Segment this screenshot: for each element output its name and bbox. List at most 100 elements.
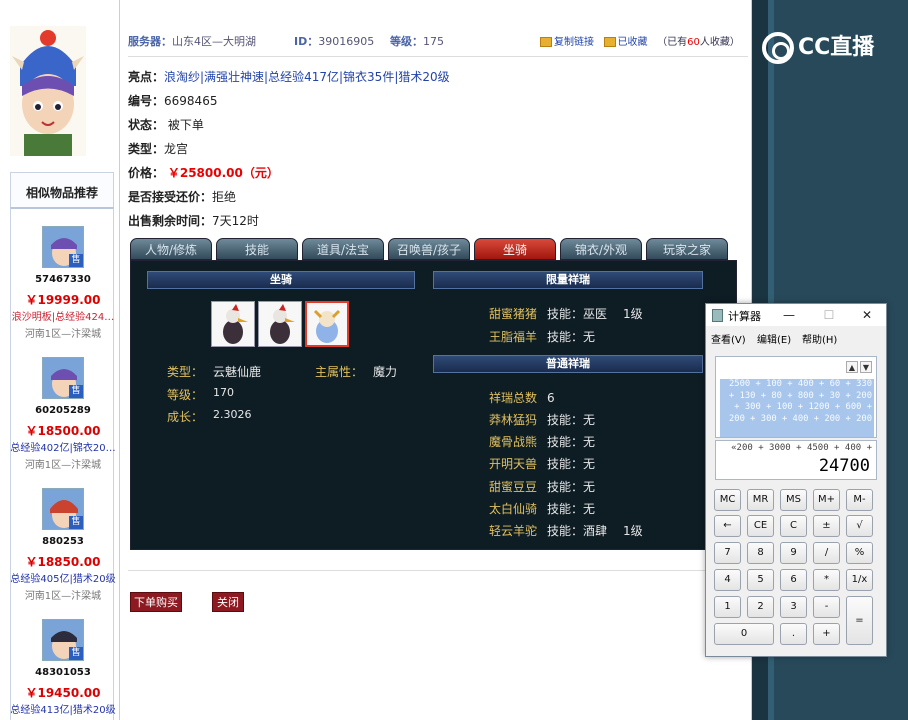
list-item[interactable]: 售 880253 ￥18850.00 总经验405亿|猎术20级 河南1区—汴梁… — [10, 471, 116, 602]
divider — [128, 56, 748, 57]
similar-price: ￥19999.00 — [25, 293, 101, 307]
time-value: 7天12时 — [212, 214, 259, 228]
key-4[interactable]: 4 — [714, 569, 741, 591]
normal-header: 普通祥瑞 — [433, 355, 703, 373]
key-ce[interactable]: CE — [747, 515, 774, 537]
info-bar: 服务器：山东4区—大明湖 ID：39016905 等级：175 复制链接 已收藏… — [128, 30, 748, 52]
type-value: 龙宫 — [164, 142, 189, 156]
similar-avatar[interactable]: 售 — [42, 357, 84, 399]
highlights-value: 浪淘纱|满强壮神速|总经验417亿|锦衣35件|猎术20级 — [164, 70, 450, 84]
mount-slot[interactable] — [258, 301, 302, 347]
limited-skill-label: 技能： — [547, 330, 584, 344]
similar-avatar[interactable]: 售 — [42, 488, 84, 530]
key-3[interactable]: 3 — [780, 596, 807, 618]
serial-row: 编号：6698465 — [128, 92, 217, 109]
key-equals[interactable]: = — [846, 596, 873, 645]
key-backspace[interactable]: ← — [714, 515, 741, 537]
tab-items[interactable]: 道具/法宝 — [302, 238, 384, 260]
scroll-up-icon[interactable]: ▲ — [846, 361, 858, 373]
mount-panel: 坐骑 限量祥瑞 类型： 云魅仙鹿 主属性： 魔力 等级： 170 成长： 2.3… — [130, 260, 737, 550]
sale-badge: 售 — [69, 254, 83, 267]
key-plus-minus[interactable]: ± — [813, 515, 840, 537]
normal-skill-label: 技能： — [547, 480, 584, 494]
key-mc[interactable]: MC — [714, 489, 741, 511]
scroll-down-icon[interactable]: ▼ — [860, 361, 872, 373]
key-sqrt[interactable]: √ — [846, 515, 873, 537]
key-percent[interactable]: % — [846, 542, 873, 564]
normal-skill: 无 — [583, 457, 596, 471]
copy-link[interactable]: 复制链接 — [554, 37, 594, 48]
key-add[interactable]: + — [813, 623, 840, 645]
list-item[interactable]: 售 48301053 ￥19450.00 总经验413亿|猎术20级 — [10, 602, 116, 720]
tab-outfit[interactable]: 锦衣/外观 — [560, 238, 642, 260]
status-label: 状态： — [128, 118, 165, 132]
normal-row: 开明天兽 技能：无 — [489, 455, 595, 472]
similar-server: 河南1区—汴梁城 — [24, 460, 102, 471]
normal-name: 魔骨战熊 — [489, 435, 538, 449]
close-button[interactable]: 关闭 — [212, 592, 244, 612]
key-8[interactable]: 8 — [747, 542, 774, 564]
key-1[interactable]: 1 — [714, 596, 741, 618]
normal-name: 甜蜜豆豆 — [489, 480, 538, 494]
favorite-button[interactable]: 已收藏 — [618, 37, 648, 48]
limited-row: 王脂福羊 技能：无 — [489, 328, 595, 345]
calculator-titlebar[interactable]: 计算器 — ☐ ✕ — [706, 304, 886, 326]
minimize-icon[interactable]: — — [780, 306, 798, 324]
limited-name: 甜蜜猪猪 — [489, 307, 538, 321]
tab-skills[interactable]: 技能 — [216, 238, 298, 260]
tab-pets[interactable]: 召唤兽/孩子 — [388, 238, 470, 260]
normal-skill-label: 技能： — [547, 457, 584, 471]
limited-skill: 巫医 — [583, 307, 608, 321]
buy-button[interactable]: 下单购买 — [130, 592, 182, 612]
menu-help[interactable]: 帮助(H) — [802, 331, 837, 346]
key-ms[interactable]: MS — [780, 489, 807, 511]
time-row: 出售剩余时间：7天12时 — [128, 212, 259, 229]
key-decimal[interactable]: . — [780, 623, 807, 645]
key-reciprocal[interactable]: 1/x — [846, 569, 873, 591]
level-label: 等级： — [390, 35, 423, 48]
list-item[interactable]: 售 60205289 ￥18500.00 总经验402亿|锦衣20… 河南1区—… — [10, 340, 116, 471]
key-clear[interactable]: C — [780, 515, 807, 537]
mount-slot[interactable] — [211, 301, 255, 347]
key-0[interactable]: 0 — [714, 623, 774, 645]
maximize-icon[interactable]: ☐ — [820, 306, 838, 324]
similar-avatar[interactable]: 售 — [42, 226, 84, 268]
normal-row: 太白仙骑 技能：无 — [489, 500, 595, 517]
key-7[interactable]: 7 — [714, 542, 741, 564]
key-m-minus[interactable]: M- — [846, 489, 873, 511]
normal-row: 甜蜜豆豆 技能：无 — [489, 478, 595, 495]
tab-character[interactable]: 人物/修炼 — [130, 238, 212, 260]
menu-view[interactable]: 查看(V) — [711, 331, 746, 346]
menu-edit[interactable]: 编辑(E) — [757, 331, 791, 346]
similar-server: 河南1区—汴梁城 — [24, 329, 102, 340]
key-subtract[interactable]: - — [813, 596, 840, 618]
key-5[interactable]: 5 — [747, 569, 774, 591]
time-label: 出售剩余时间： — [128, 214, 213, 228]
similar-avatar[interactable]: 售 — [42, 619, 84, 661]
similar-tags: 总经验402亿|锦衣20… — [10, 443, 116, 454]
key-divide[interactable]: / — [813, 542, 840, 564]
tab-mount[interactable]: 坐骑 — [474, 238, 556, 260]
mount-attr-label: 主属性： — [315, 365, 364, 379]
key-6[interactable]: 6 — [780, 569, 807, 591]
highlights-label: 亮点： — [128, 70, 165, 84]
normal-row: 轻云羊驼 技能：酒肆 1级 — [489, 522, 643, 539]
tab-home[interactable]: 玩家之家 — [646, 238, 728, 260]
similar-tags: 总经验413亿|猎术20级 — [10, 705, 116, 716]
list-item[interactable]: 售 57467330 ￥19999.00 浪沙明板|总经验424… 河南1区—汴… — [11, 209, 115, 340]
key-multiply[interactable]: * — [813, 569, 840, 591]
similar-price: ￥18850.00 — [25, 555, 101, 569]
favorite-icon — [603, 37, 616, 47]
key-mr[interactable]: MR — [747, 489, 774, 511]
type-label: 类型： — [128, 142, 165, 156]
key-m-plus[interactable]: M+ — [813, 489, 840, 511]
serial-label: 编号： — [128, 94, 165, 108]
close-icon[interactable]: ✕ — [858, 306, 876, 324]
normal-name: 太白仙骑 — [489, 502, 538, 516]
normal-count-label: 祥瑞总数 — [489, 391, 538, 405]
similar-id: 880253 — [42, 536, 84, 547]
mount-slot-selected[interactable] — [305, 301, 349, 347]
key-2[interactable]: 2 — [747, 596, 774, 618]
similar-tags: 总经验405亿|猎术20级 — [10, 574, 116, 585]
key-9[interactable]: 9 — [780, 542, 807, 564]
